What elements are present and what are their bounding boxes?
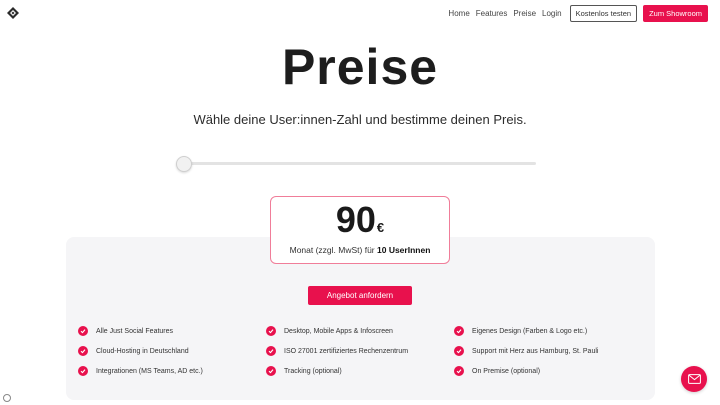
price-user-count: 10 UserInnen bbox=[377, 245, 431, 255]
price-description: Monat (zzgl. MwSt) für 10 UserInnen bbox=[271, 245, 449, 255]
check-icon bbox=[78, 326, 88, 336]
feature-list: Alle Just Social Features Desktop, Mobil… bbox=[78, 326, 638, 376]
showroom-button[interactable]: Zum Showroom bbox=[643, 4, 708, 22]
feature-item: ISO 27001 zertifiziertes Rechenzentrum bbox=[266, 346, 454, 356]
feature-item: Support mit Herz aus Hamburg, St. Pauli bbox=[454, 346, 638, 356]
feature-item: Desktop, Mobile Apps & Infoscreen bbox=[266, 326, 454, 336]
logo[interactable] bbox=[6, 6, 20, 20]
price-period-label: Monat (zzgl. MwSt) für bbox=[289, 245, 377, 255]
page-subtitle: Wähle deine User:innen-Zahl und bestimme… bbox=[193, 112, 527, 127]
nav-link-home[interactable]: Home bbox=[448, 9, 469, 18]
slider-thumb[interactable] bbox=[176, 156, 192, 172]
feature-item: Eigenes Design (Farben & Logo etc.) bbox=[454, 326, 638, 336]
check-icon bbox=[78, 346, 88, 356]
check-icon bbox=[78, 366, 88, 376]
feature-item: Alle Just Social Features bbox=[78, 326, 266, 336]
cookie-settings-icon[interactable] bbox=[3, 394, 11, 402]
feature-item: Integrationen (MS Teams, AD etc.) bbox=[78, 366, 266, 376]
check-icon bbox=[266, 326, 276, 336]
feature-label: ISO 27001 zertifiziertes Rechenzentrum bbox=[284, 347, 409, 355]
price-value: 90 bbox=[335, 199, 376, 240]
feature-item: Tracking (optional) bbox=[266, 366, 454, 376]
top-navigation: Home Features Preise Login Kostenlos tes… bbox=[442, 4, 708, 22]
price-amount-row: 90 € bbox=[271, 199, 449, 240]
price-card: 90 € Monat (zzgl. MwSt) für 10 UserInnen bbox=[270, 196, 450, 264]
check-icon bbox=[266, 346, 276, 356]
feature-label: Support mit Herz aus Hamburg, St. Pauli bbox=[472, 347, 599, 355]
page-title: Preise bbox=[281, 39, 439, 95]
feature-label: Cloud-Hosting in Deutschland bbox=[96, 347, 189, 355]
check-icon bbox=[266, 366, 276, 376]
check-icon bbox=[454, 326, 464, 336]
contact-chat-button[interactable] bbox=[681, 366, 707, 392]
user-count-slider[interactable] bbox=[176, 156, 536, 172]
feature-label: Tracking (optional) bbox=[284, 367, 342, 375]
feature-label: Integrationen (MS Teams, AD etc.) bbox=[96, 367, 203, 375]
nav-link-login[interactable]: Login bbox=[542, 9, 562, 18]
feature-label: On Premise (optional) bbox=[472, 367, 541, 375]
price-currency: € bbox=[376, 220, 385, 235]
feature-label: Eigenes Design (Farben & Logo etc.) bbox=[472, 327, 588, 335]
check-icon bbox=[454, 366, 464, 376]
feature-item: Cloud-Hosting in Deutschland bbox=[78, 346, 266, 356]
check-icon bbox=[454, 346, 464, 356]
slider-track[interactable] bbox=[180, 162, 536, 165]
feature-label: Alle Just Social Features bbox=[96, 327, 174, 335]
nav-link-preise[interactable]: Preise bbox=[513, 9, 536, 18]
feature-item: On Premise (optional) bbox=[454, 366, 638, 376]
mail-icon bbox=[687, 374, 701, 384]
nav-link-features[interactable]: Features bbox=[476, 9, 508, 18]
request-offer-button[interactable]: Angebot anfordern bbox=[308, 286, 412, 305]
free-trial-button[interactable]: Kostenlos testen bbox=[569, 4, 638, 22]
feature-label: Desktop, Mobile Apps & Infoscreen bbox=[284, 327, 393, 335]
